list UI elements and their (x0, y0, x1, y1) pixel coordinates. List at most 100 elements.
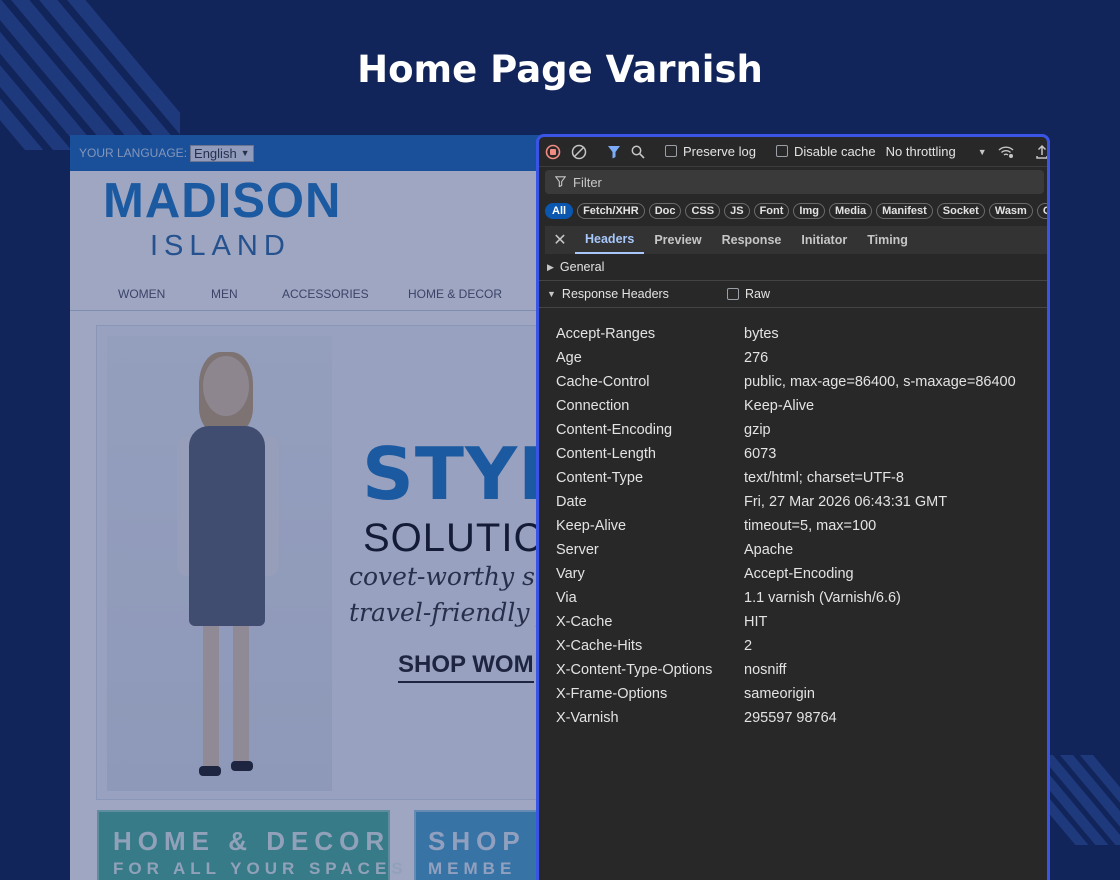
filter-chip-wasm[interactable]: Wasm (988, 203, 1033, 219)
close-icon[interactable]: ✕ (545, 230, 575, 250)
clear-icon[interactable] (571, 143, 587, 161)
filter-chip-fetch-xhr[interactable]: Fetch/XHR (577, 203, 645, 219)
header-value: 6073 (744, 446, 777, 462)
store-nav-women[interactable]: WOMEN (118, 287, 165, 301)
hero-banner[interactable]: STYL SOLUTIC covet-worthy st travel-frie… (96, 325, 540, 800)
filter-input[interactable]: Filter (545, 170, 1044, 194)
store-screenshot: YOUR LANGUAGE: English ▼ MADISON ISLAND … (70, 135, 540, 880)
header-row: Age 276 (539, 346, 1047, 370)
header-row: Connection Keep-Alive (539, 394, 1047, 418)
header-row: Cache-Control public, max-age=86400, s-ma… (539, 370, 1047, 394)
filter-chip-css[interactable]: CSS (685, 203, 721, 219)
promo-2-title: SHOP PR (428, 826, 540, 856)
disable-cache-checkbox[interactable]: Disable cache (775, 144, 876, 159)
header-name: Via (556, 590, 577, 606)
header-name: Content-Type (556, 470, 644, 486)
promo-1-title: HOME & DECOR (113, 826, 391, 856)
filter-chip-socket[interactable]: Socket (936, 203, 985, 219)
language-select[interactable]: English ▼ (190, 144, 254, 162)
header-name: Content-Encoding (556, 422, 673, 438)
tab-response[interactable]: Response (712, 226, 792, 254)
header-row: Keep-Alive timeout=5, max=100 (539, 514, 1047, 538)
header-value: public, max-age=86400, s-maxage=86400 (744, 374, 1016, 390)
response-headers-list: Accept-Ranges bytes Age 276 Cache-Control pub… (539, 322, 1047, 730)
section-general[interactable]: ▶ General (539, 254, 1047, 281)
raw-checkbox[interactable]: Raw (727, 287, 770, 301)
preserve-log-checkbox[interactable]: Preserve log (665, 144, 756, 159)
tab-headers[interactable]: Headers (575, 226, 645, 254)
header-value: nosniff (744, 662, 787, 678)
filter-icon[interactable] (607, 143, 621, 161)
network-conditions-icon[interactable] (997, 143, 1015, 161)
section-general-label: General (559, 260, 605, 274)
store-nav-accessories[interactable]: ACCESSORIES (282, 287, 369, 301)
header-row: X-Cache-Hits 2 (539, 634, 1047, 658)
raw-label: Raw (745, 287, 771, 301)
language-select-value: English (194, 145, 237, 161)
tab-initiator[interactable]: Initiator (791, 226, 857, 254)
filter-chip-font[interactable]: Font (753, 203, 790, 219)
record-stop-icon[interactable] (545, 143, 561, 161)
promo-1-subtitle: FOR ALL YOUR SPACES (113, 859, 408, 878)
filter-chip-doc[interactable]: Doc (648, 203, 682, 219)
upload-icon[interactable] (1035, 143, 1047, 161)
header-value: timeout=5, max=100 (744, 518, 877, 534)
header-row: X-Frame-Options sameorigin (539, 682, 1047, 706)
devtools-toolbar: Preserve log Disable cache No throttling… (539, 137, 1047, 167)
store-language-bar: YOUR LANGUAGE: English ▼ (70, 135, 540, 171)
header-value: 1.1 varnish (Varnish/6.6) (744, 590, 901, 606)
filter-chip-js[interactable]: JS (724, 203, 750, 219)
tab-timing[interactable]: Timing (857, 226, 918, 254)
header-value: sameorigin (744, 686, 815, 702)
store-nav-home-decor[interactable]: HOME & DECOR (408, 287, 502, 301)
header-name: Keep-Alive (556, 518, 627, 534)
search-icon[interactable] (631, 143, 645, 161)
resource-type-filters: All Fetch/XHR Doc CSS JS Font Img Media Manifest… (539, 198, 1047, 224)
hero-tagline-1: covet-worthy st (349, 562, 540, 591)
header-value: 2 (744, 638, 753, 654)
promo-2-subtitle: MEMBE (428, 859, 517, 878)
promo-home-decor[interactable]: HOME & DECOR FOR ALL YOUR SPACES (97, 810, 408, 880)
header-value: Accept-Encoding (744, 566, 854, 582)
header-row: Date Fri, 27 Mar 2026 06:43:31 GMT (539, 490, 1047, 514)
header-name: Cache-Control (556, 374, 650, 390)
header-row: X-Content-Type-Options nosniff (539, 658, 1047, 682)
filter-chip-manifest[interactable]: Manifest (876, 203, 933, 219)
disable-cache-label: Disable cache (793, 144, 876, 159)
throttling-select[interactable]: No throttling ▼ (886, 144, 987, 159)
caret-down-icon: ▼ (977, 146, 987, 157)
header-value: Apache (744, 542, 794, 558)
section-response-headers-label: Response Headers (561, 287, 669, 301)
store-nav-men[interactable]: MEN (211, 287, 238, 301)
header-name: Age (556, 350, 582, 366)
hero-tagline-2: travel-friendly f (349, 598, 540, 627)
header-value: 295597 98764 (744, 710, 837, 726)
throttling-value: No throttling (885, 144, 956, 159)
header-name: X-Content-Type-Options (556, 662, 713, 678)
header-row: Vary Accept-Encoding (539, 562, 1047, 586)
header-name: Server (556, 542, 599, 558)
filter-chip-img[interactable]: Img (793, 203, 825, 219)
header-value: gzip (744, 422, 771, 438)
header-name: X-Frame-Options (556, 686, 668, 702)
filter-chip-media[interactable]: Media (828, 203, 873, 219)
triangle-right-icon: ▶ (547, 261, 554, 272)
header-row: Server Apache (539, 538, 1047, 562)
filter-chip-all[interactable]: All (545, 203, 574, 219)
promo-shop-private[interactable]: SHOP PR MEMBE (414, 810, 540, 880)
header-name: X-Cache-Hits (556, 638, 643, 654)
hero-cta-link[interactable]: SHOP WOM (398, 651, 534, 683)
header-row: X-Varnish 295597 98764 (539, 706, 1047, 730)
header-row: Content-Length 6073 (539, 442, 1047, 466)
chevron-down-icon: ▼ (240, 148, 250, 158)
filter-chip-ot[interactable]: Ot (1036, 203, 1047, 219)
header-name: Accept-Ranges (556, 326, 656, 342)
header-name: Content-Length (556, 446, 656, 462)
tab-preview[interactable]: Preview (644, 226, 711, 254)
header-value: bytes (744, 326, 779, 342)
header-value: HIT (744, 614, 768, 630)
triangle-down-icon: ▼ (547, 289, 556, 299)
header-value: Fri, 27 Mar 2026 06:43:31 GMT (744, 494, 948, 510)
section-response-headers[interactable]: ▼ Response Headers Raw (539, 281, 1047, 308)
header-name: Connection (556, 398, 630, 414)
